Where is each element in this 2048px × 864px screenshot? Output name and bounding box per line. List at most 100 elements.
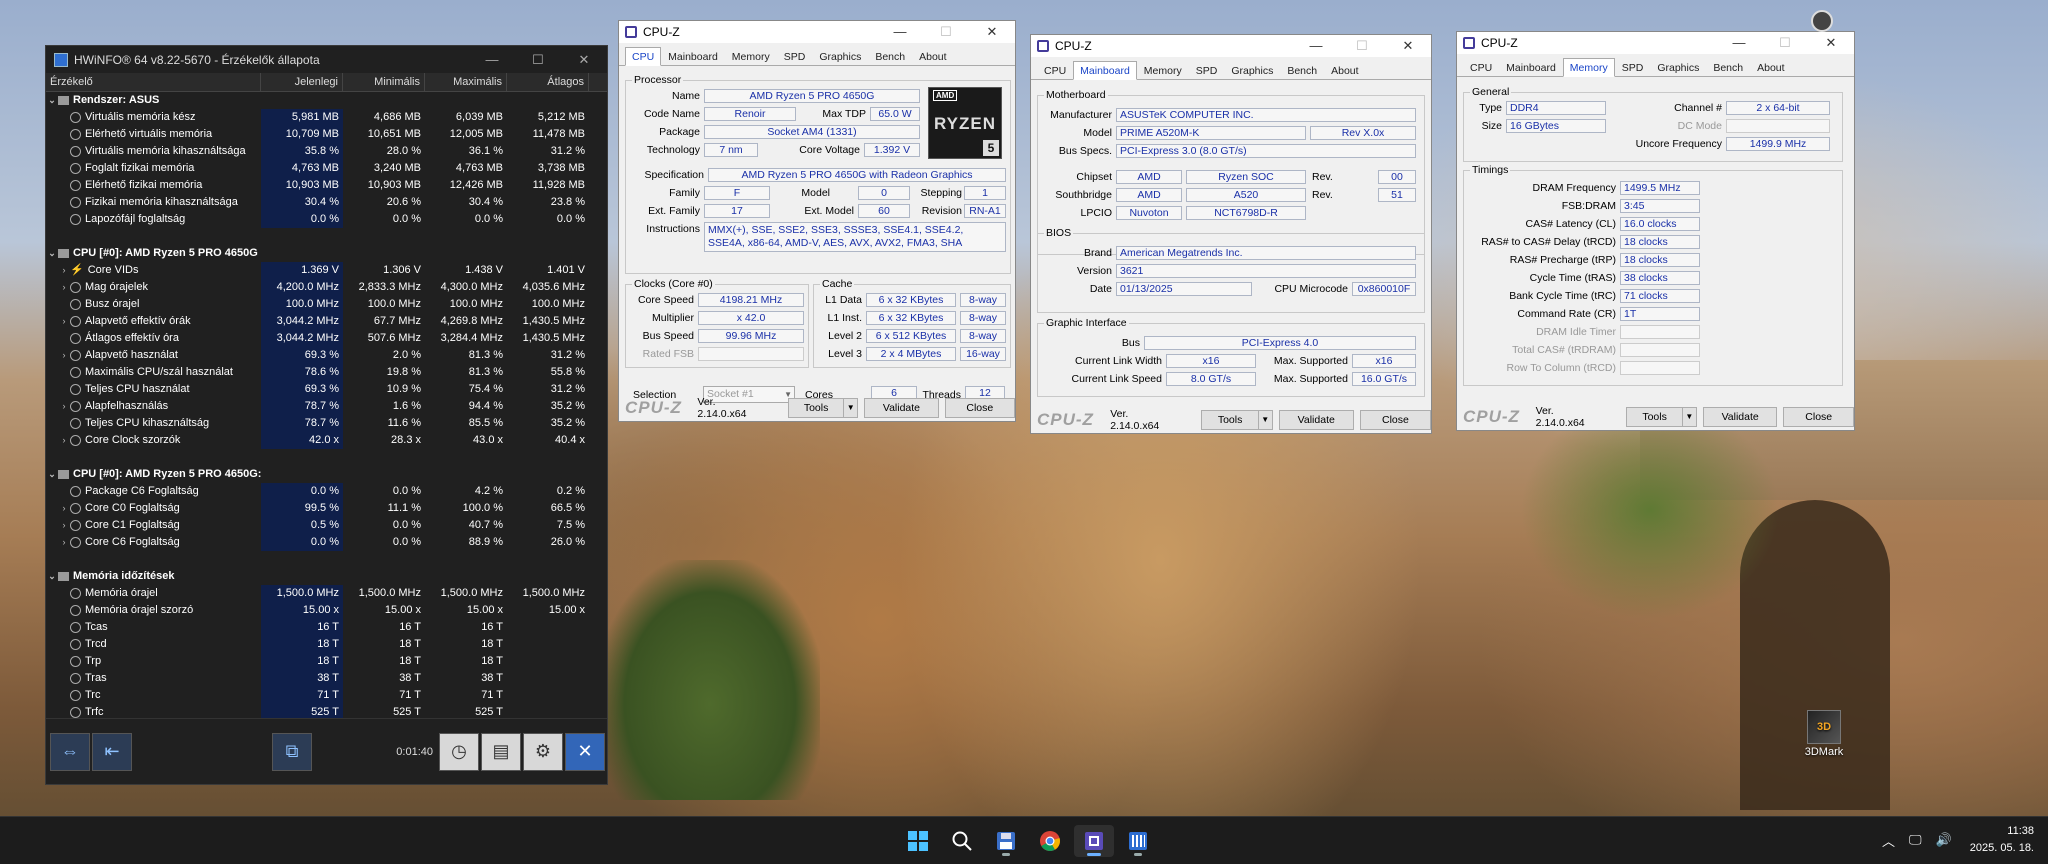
tools-button[interactable]: Tools ▼ (1201, 410, 1273, 430)
sensor-row[interactable]: Fizikai memória kihasználtsága 30.4 % 20.6… (46, 194, 607, 211)
minimize-button[interactable]: — (469, 52, 515, 68)
sensor-row[interactable]: Memória órajel 1,500.0 MHz 1,500.0 MHz 1,50… (46, 585, 607, 602)
tab-cpu[interactable]: CPU (625, 47, 662, 66)
tab-spd[interactable]: SPD (1615, 58, 1651, 77)
chevron-down-icon[interactable]: ▼ (1681, 408, 1696, 426)
sensor-row[interactable]: › Alapvető effektív órák 3,044.2 MHz 67.7 M… (46, 313, 607, 330)
search-button[interactable] (942, 825, 982, 857)
sensor-row[interactable]: Tcas 16 T 16 T 16 T (46, 619, 607, 636)
sensor-row[interactable]: › Core C0 Foglaltság 99.5 % 11.1 % 100.0 % 66… (46, 500, 607, 517)
sensor-row[interactable]: Memória órajel szorzó 15.00 x 15.00 x 15.00… (46, 602, 607, 619)
minimize-button[interactable]: — (1716, 35, 1762, 51)
start-button[interactable] (898, 825, 938, 857)
minimize-button[interactable]: — (877, 24, 923, 40)
tab-spd[interactable]: SPD (1189, 61, 1225, 80)
expand-chevron-icon[interactable]: › (58, 534, 70, 551)
col-avg[interactable]: Átlagos (507, 73, 589, 91)
collapse-chevron-icon[interactable]: ⌄ (46, 466, 58, 483)
clock[interactable]: 11:38 2025. 05. 18. (1970, 823, 2034, 857)
col-max[interactable]: Maximális (425, 73, 507, 91)
cpuz-titlebar[interactable]: CPU-Z — ☐ ✕ (619, 21, 1015, 43)
network-icon[interactable]: ⧉ (272, 732, 312, 771)
collapse-chevron-icon[interactable]: ⌄ (46, 568, 58, 585)
chevron-down-icon[interactable]: ▼ (1257, 411, 1272, 429)
user-account-icon[interactable] (1811, 10, 1833, 32)
tab-memory[interactable]: Memory (1137, 61, 1189, 80)
tab-mainboard[interactable]: Mainboard (1073, 61, 1137, 80)
sensor-row[interactable]: Virtuális memória kész 5,981 MB 4,686 MB 6,… (46, 109, 607, 126)
sensor-row[interactable]: › Mag órajelek 4,200.0 MHz 2,833.3 MHz 4,300… (46, 279, 607, 296)
sensor-row[interactable]: Trcd 18 T 18 T 18 T (46, 636, 607, 653)
col-sensor[interactable]: Érzékelő (46, 73, 261, 91)
hwinfo-sensor-list[interactable]: ⌄ Rendszer: ASUS Virtuális memória kész 5,9… (46, 92, 607, 720)
sensor-row[interactable]: Virtuális memória kihasználtsága 35.8 % 28… (46, 143, 607, 160)
validate-button[interactable]: Validate (1702, 407, 1778, 427)
sensor-row[interactable]: › Core C1 Foglaltság 0.5 % 0.0 % 40.7 % 7.5 % (46, 517, 607, 534)
maximize-button[interactable]: ☐ (515, 52, 561, 68)
cpuz-titlebar[interactable]: CPU-Z — ☐ ✕ (1457, 32, 1854, 54)
expand-chevron-icon[interactable]: › (58, 398, 70, 415)
sensor-row[interactable]: Teljes CPU használat 69.3 % 10.9 % 75.4 % 31… (46, 381, 607, 398)
cpuz-titlebar[interactable]: CPU-Z — ☐ ✕ (1031, 35, 1431, 57)
col-min[interactable]: Minimális (343, 73, 425, 91)
log-file-icon[interactable]: ▤ (481, 732, 521, 771)
tab-memory[interactable]: Memory (1562, 58, 1615, 77)
validate-button[interactable]: Validate (1278, 410, 1354, 430)
expand-chevron-icon[interactable]: › (58, 432, 70, 449)
expand-chevron-icon[interactable]: › (58, 347, 70, 364)
tab-graphics[interactable]: Graphics (812, 47, 868, 66)
sensor-row[interactable]: Maximális CPU/szál használat 78.6 % 19.8 %… (46, 364, 607, 381)
chevron-down-icon[interactable]: ▼ (843, 399, 857, 417)
close-button[interactable]: Close (1783, 407, 1855, 427)
collapse-chevron-icon[interactable]: ⌄ (46, 245, 58, 262)
taskbar-cpuz[interactable] (1074, 825, 1114, 857)
close-button[interactable]: ✕ (1808, 35, 1854, 51)
sensor-row[interactable]: Tras 38 T 38 T 38 T (46, 670, 607, 687)
sensor-row[interactable]: Trc 71 T 71 T 71 T (46, 687, 607, 704)
tools-button[interactable]: Tools ▼ (787, 398, 859, 418)
sensor-row[interactable]: Lapozófájl foglaltság 0.0 % 0.0 % 0.0 % 0.0 … (46, 211, 607, 228)
close-button[interactable]: ✕ (1385, 38, 1431, 54)
close-button[interactable]: Close (944, 398, 1015, 418)
tab-bench[interactable]: Bench (1706, 58, 1750, 77)
settings-gear-icon[interactable]: ⚙ (523, 732, 563, 771)
expand-arrows-icon[interactable]: ⇔ (50, 732, 90, 771)
desktop-icon-3dmark[interactable]: 3D 3DMark (1796, 710, 1852, 758)
close-button[interactable]: Close (1359, 410, 1432, 430)
sensor-row[interactable]: Elérhető virtuális memória 10,709 MB 10,65… (46, 126, 607, 143)
sensor-row[interactable]: Trp 18 T 18 T 18 T (46, 653, 607, 670)
sensor-row[interactable]: › Core Clock szorzók 42.0 x 28.3 x 43.0 x 40.… (46, 432, 607, 449)
sensor-group-row[interactable]: ⌄ Rendszer: ASUS (46, 92, 607, 109)
sensor-row[interactable]: Foglalt fizikai memória 4,763 MB 3,240 MB 4… (46, 160, 607, 177)
tab-mainboard[interactable]: Mainboard (1499, 58, 1563, 77)
sensor-group-row[interactable]: ⌄ CPU [#0]: AMD Ryzen 5 PRO 4650G: C-Stat… (46, 466, 607, 483)
taskbar-save-app[interactable] (986, 825, 1026, 857)
taskbar-hwinfo[interactable] (1118, 825, 1158, 857)
hwinfo-titlebar[interactable]: HWiNFO® 64 v8.22-5670 - Érzékelők állapo… (46, 46, 607, 73)
tab-about[interactable]: About (1324, 61, 1365, 80)
tab-bench[interactable]: Bench (1280, 61, 1324, 80)
close-button[interactable]: ✕ (561, 52, 607, 68)
tab-memory[interactable]: Memory (725, 47, 777, 66)
tab-cpu[interactable]: CPU (1463, 58, 1499, 77)
sensor-row[interactable]: › Alapfelhasználás 78.7 % 1.6 % 94.4 % 35.2 % (46, 398, 607, 415)
close-button[interactable]: ✕ (969, 24, 1015, 40)
close-x-icon[interactable]: ✕ (565, 732, 605, 771)
sensor-row[interactable]: Teljes CPU kihasználtság 78.7 % 11.6 % 85.5… (46, 415, 607, 432)
collapse-chevron-icon[interactable]: ⌄ (46, 92, 58, 109)
sensor-row[interactable]: Busz órajel 100.0 MHz 100.0 MHz 100.0 MHz 10… (46, 296, 607, 313)
tab-bench[interactable]: Bench (868, 47, 912, 66)
minimize-button[interactable]: — (1293, 38, 1339, 54)
tab-cpu[interactable]: CPU (1037, 61, 1073, 80)
sensor-group-row[interactable]: ⌄ Memória időzítések (46, 568, 607, 585)
tab-about[interactable]: About (1750, 58, 1791, 77)
tab-graphics[interactable]: Graphics (1224, 61, 1280, 80)
tab-mainboard[interactable]: Mainboard (661, 47, 725, 66)
tab-about[interactable]: About (912, 47, 953, 66)
sensor-row[interactable]: Átlagos effektív óra 3,044.2 MHz 507.6 MHz… (46, 330, 607, 347)
expand-chevron-icon[interactable]: › (58, 262, 70, 279)
chevron-up-icon[interactable]: ︿ (1882, 831, 1895, 850)
volume-icon[interactable]: 🔊 (1936, 832, 1952, 848)
expand-chevron-icon[interactable]: › (58, 517, 70, 534)
clock-reset-icon[interactable]: ◷ (439, 732, 479, 771)
